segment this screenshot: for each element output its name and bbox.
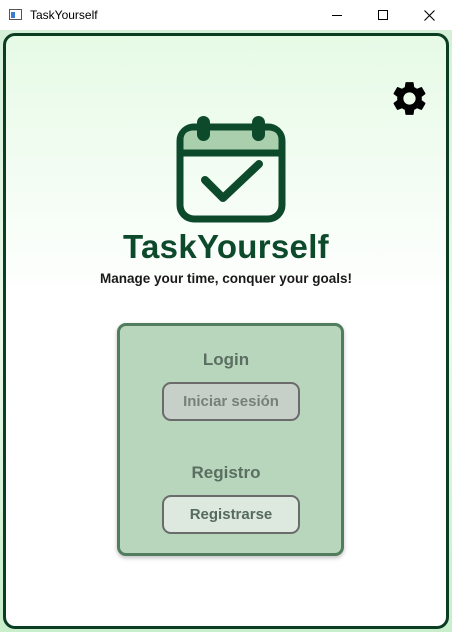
app-name-heading: TaskYourself [123,228,329,265]
window-titlebar: TaskYourself [0,0,452,30]
calendar-check-icon [176,116,286,223]
login-heading: Login [202,350,250,369]
register-heading: Registro [191,463,261,482]
login-button[interactable]: Iniciar sesión [162,382,300,421]
maximize-button[interactable] [360,0,406,30]
window-title: TaskYourself [30,8,98,22]
app-window-icon [9,9,22,20]
close-button[interactable] [406,0,452,30]
minimize-button[interactable] [314,0,360,30]
gear-icon [393,82,426,115]
register-button[interactable]: Registrarse [162,495,300,534]
close-icon [423,9,435,21]
settings-button[interactable] [389,78,430,119]
app-logo [176,115,286,223]
app-tagline: Manage your time, conquer your goals! [99,271,353,286]
